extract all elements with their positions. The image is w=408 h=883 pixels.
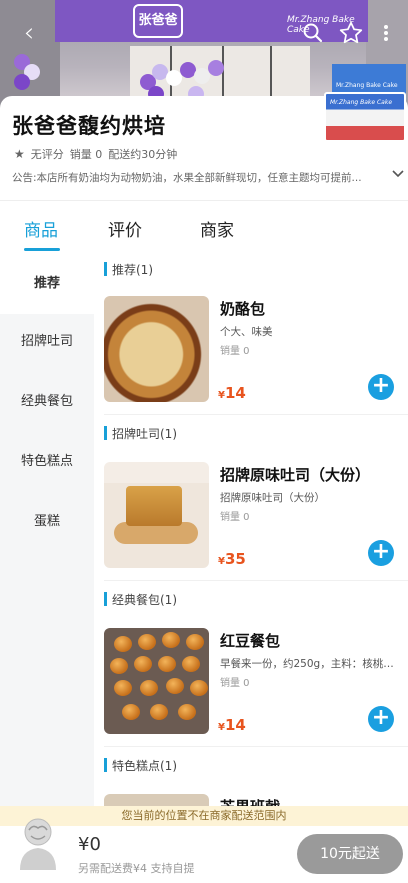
store-announcement[interactable]: 公告:本店所有奶油均为动物奶油，水果全部新鲜现切，任意主题均可提前... [12,170,390,185]
category-classic-rolls[interactable]: 经典餐包 [0,372,94,432]
store-photo[interactable]: Mr.Zhang Bake Cake [324,92,406,142]
product-sales: 销量 0 [220,678,250,689]
delivery-fee-note: 另需配送费¥4 支持自提 [78,862,195,875]
section-header: 经典餐包(1) [104,590,177,608]
add-to-cart-button[interactable]: + [368,706,394,732]
product-item[interactable]: 红豆餐包 早餐来一份，约250g，主料：核桃、... 销量 0 ¥14 + [94,628,408,748]
divider [0,200,408,201]
store-rating: 无评分 [30,148,64,161]
cart-bar: ¥0 另需配送费¥4 支持自提 10元起送 [0,818,408,883]
product-item[interactable]: 招牌原味吐司（大份） 招牌原味吐司（大份） 销量 0 ¥35 + [94,462,408,582]
divider [104,746,408,747]
divider [104,414,408,415]
tab-bar: 商品 评价 商家 [0,212,408,254]
product-sales: 销量 0 [220,512,250,523]
store-info-card: 张爸爸馥约烘培 Mr.Zhang Bake Cake ★ 无评分 销量 0 配送… [0,92,408,206]
divider [104,580,408,581]
product-desc: 早餐来一份，约250g，主料：核桃、... [220,658,402,670]
product-item[interactable]: 奶酪包 个大、味美 销量 0 ¥14 + [94,296,408,416]
product-name: 奶酪包 [220,300,266,318]
product-price: ¥14 [218,384,246,402]
min-order-button[interactable]: 10元起送 [297,834,403,874]
tab-products[interactable]: 商品 [24,216,58,241]
product-image[interactable] [104,462,209,568]
category-recommended[interactable]: 推荐 [0,254,94,314]
store-sales: 销量 0 [69,148,103,161]
star-icon[interactable] [336,18,366,48]
tab-merchant[interactable]: 商家 [200,216,234,241]
product-sales: 销量 0 [220,346,250,357]
section-header: 推荐(1) [104,260,153,278]
category-special-pastry[interactable]: 特色糕点 [0,432,94,492]
search-icon[interactable] [298,18,328,48]
tab-active-indicator [24,248,60,251]
add-to-cart-button[interactable]: + [368,374,394,400]
product-name: 招牌原味吐司（大份） [220,466,371,484]
shop-sign-logo: 张爸爸 [133,4,183,38]
category-menu: 推荐 招牌吐司 经典餐包 特色糕点 蛋糕 [0,254,94,824]
add-to-cart-button[interactable]: + [368,540,394,566]
back-icon[interactable]: ‹ [14,18,44,48]
product-desc: 招牌原味吐司（大份） [220,492,325,504]
product-desc: 个大、味美 [220,326,273,338]
store-meta: ★ 无评分 销量 0 配送约30分钟 [14,146,177,162]
store-delivery-time: 配送约30分钟 [108,148,178,161]
chevron-down-icon[interactable] [392,168,404,182]
section-header: 特色糕点(1) [104,756,177,774]
cart-total: ¥0 [78,834,101,855]
store-name: 张爸爸馥约烘培 [12,114,166,138]
product-price: ¥35 [218,550,246,568]
product-list[interactable]: 推荐(1) 奶酪包 个大、味美 销量 0 ¥14 + 招牌吐司(1) 招牌原味吐… [94,254,408,824]
more-icon[interactable] [376,18,396,48]
section-header: 招牌吐司(1) [104,424,177,442]
product-image[interactable] [104,296,209,402]
category-signature-toast[interactable]: 招牌吐司 [0,312,94,372]
tab-reviews[interactable]: 评价 [108,216,142,241]
cart-icon[interactable] [14,812,64,872]
product-name: 红豆餐包 [220,632,281,650]
product-image[interactable] [104,628,209,734]
rating-star-icon: ★ [14,147,25,161]
category-cake[interactable]: 蛋糕 [0,492,94,552]
product-price: ¥14 [218,716,246,734]
balloon-stand [14,54,40,98]
